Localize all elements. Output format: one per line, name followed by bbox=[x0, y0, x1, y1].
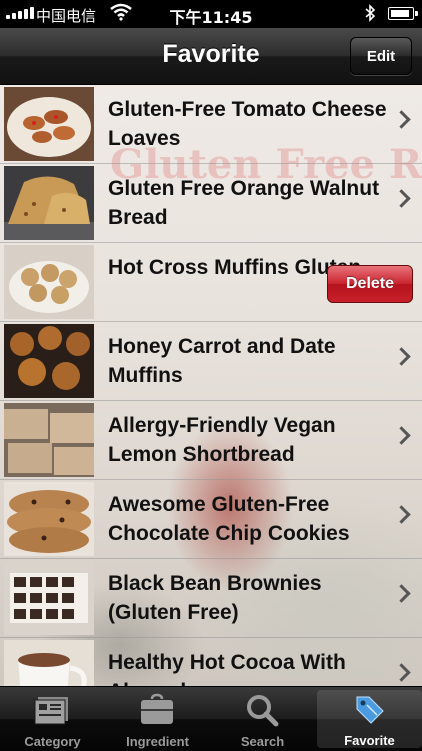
recipe-thumbnail bbox=[4, 166, 94, 240]
delete-button[interactable]: Delete bbox=[327, 265, 413, 303]
recipe-name: Allergy-Friendly Vegan Lemon Shortbread bbox=[108, 414, 336, 466]
ingredient-icon bbox=[141, 693, 173, 724]
tab-label: Search bbox=[240, 734, 285, 749]
chevron-right-icon bbox=[392, 189, 411, 208]
list-item[interactable]: Allergy-Friendly Vegan Lemon Shortbread bbox=[0, 401, 422, 480]
recipe-name: Awesome Gluten-Free Chocolate Chip Cooki… bbox=[108, 493, 350, 545]
battery-icon bbox=[388, 7, 418, 20]
recipe-thumbnail bbox=[4, 245, 94, 319]
chevron-right-icon bbox=[392, 426, 411, 445]
favorite-tag-icon bbox=[356, 696, 384, 724]
list-item[interactable]: Hot Cross Muffins Gluten... Delete bbox=[0, 243, 422, 322]
chevron-right-icon bbox=[392, 584, 411, 603]
recipe-name: Healthy Hot Cocoa With Almond... bbox=[108, 651, 346, 686]
navigation-bar: Favorite Edit bbox=[0, 28, 422, 85]
tab-label: Category bbox=[24, 734, 81, 749]
chevron-right-icon bbox=[392, 505, 411, 524]
tab-label: Favorite bbox=[344, 733, 395, 748]
list-item[interactable]: Awesome Gluten-Free Chocolate Chip Cooki… bbox=[0, 480, 422, 559]
chevron-right-icon bbox=[392, 347, 411, 366]
recipe-thumbnail bbox=[4, 324, 94, 398]
recipe-thumbnail bbox=[4, 561, 94, 635]
recipe-name: Honey Carrot and Date Muffins bbox=[108, 335, 336, 387]
recipe-name: Black Bean Brownies (Gluten Free) bbox=[108, 572, 322, 624]
list-item[interactable]: Gluten Free Orange Walnut Bread bbox=[0, 164, 422, 243]
chevron-right-icon bbox=[392, 663, 411, 682]
recipe-thumbnail bbox=[4, 403, 94, 477]
clock: 下午11:45 bbox=[169, 8, 253, 27]
tab-ingredient[interactable]: Ingredient bbox=[105, 687, 210, 751]
list-item[interactable]: Black Bean Brownies (Gluten Free) bbox=[0, 559, 422, 638]
tab-favorite[interactable]: Favorite bbox=[317, 690, 422, 748]
recipe-name: Gluten Free Orange Walnut Bread bbox=[108, 177, 380, 229]
tab-search[interactable]: Search bbox=[210, 687, 315, 751]
recipe-thumbnail bbox=[4, 640, 94, 686]
tab-category[interactable]: Category bbox=[0, 687, 105, 751]
favorites-list[interactable]: Gluten Free Recipes Gluten-Free Tomato C… bbox=[0, 85, 422, 686]
search-icon bbox=[247, 695, 279, 727]
list-item[interactable]: Healthy Hot Cocoa With Almond... bbox=[0, 638, 422, 686]
recipe-thumbnail bbox=[4, 482, 94, 556]
recipe-thumbnail bbox=[4, 87, 94, 161]
edit-button[interactable]: Edit bbox=[350, 37, 412, 75]
tab-label: Ingredient bbox=[126, 734, 189, 749]
status-bar: 中国电信 下午11:45 bbox=[0, 0, 422, 28]
list-item[interactable]: Honey Carrot and Date Muffins bbox=[0, 322, 422, 401]
chevron-right-icon bbox=[392, 110, 411, 129]
recipe-name: Gluten-Free Tomato Cheese Loaves bbox=[108, 98, 387, 150]
bluetooth-icon bbox=[365, 4, 376, 22]
tab-bar: Category Ingredient Search Favorite bbox=[0, 686, 422, 751]
list-item[interactable]: Gluten-Free Tomato Cheese Loaves bbox=[0, 85, 422, 164]
category-icon bbox=[34, 697, 68, 725]
